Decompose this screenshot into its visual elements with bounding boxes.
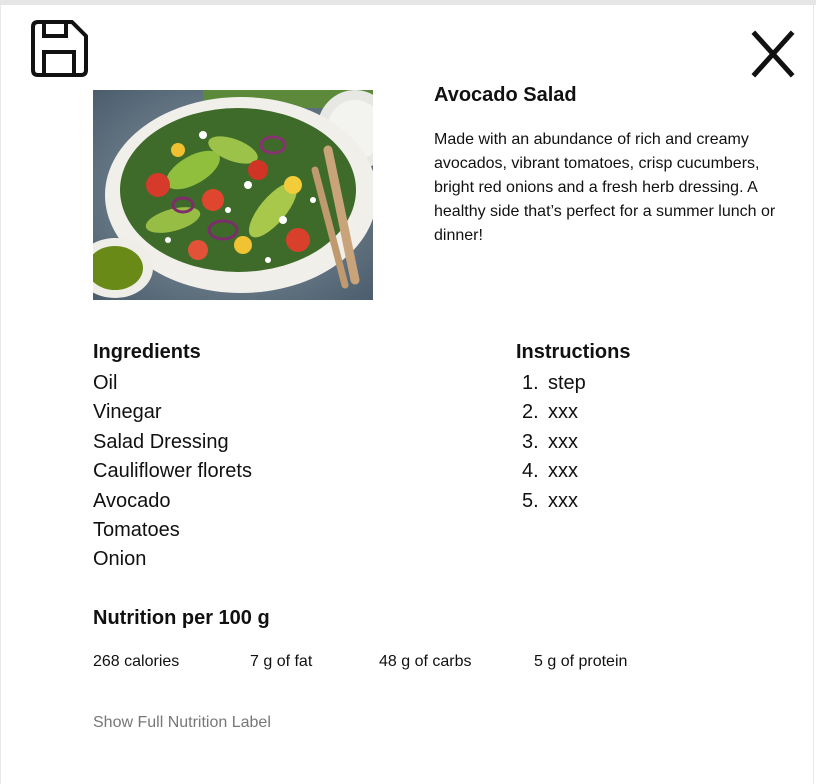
step-number: 4. bbox=[522, 460, 539, 483]
instruction-step: 3. xxx bbox=[522, 428, 586, 457]
instructions-heading: Instructions bbox=[516, 341, 631, 363]
ingredient-item: Onion bbox=[93, 548, 147, 571]
close-button[interactable] bbox=[750, 30, 796, 78]
ingredients-heading: Ingredients bbox=[93, 341, 201, 363]
instruction-step: 5. xxx bbox=[522, 487, 586, 516]
close-x-icon bbox=[751, 30, 795, 78]
nutrition-protein: 5 g of protein bbox=[534, 653, 628, 670]
ingredient-item: Salad Dressing bbox=[93, 430, 229, 453]
instruction-step: 4. xxx bbox=[522, 457, 586, 486]
step-number: 5. bbox=[522, 489, 539, 512]
nutrition-calories: 268 calories bbox=[93, 653, 180, 670]
instruction-step: 1. step bbox=[522, 369, 586, 398]
ingredient-item: Vinegar bbox=[93, 401, 162, 424]
ingredients-list: Oil Vinegar Salad Dressing Cauliflower f… bbox=[93, 369, 252, 575]
instruction-step: 2. xxx bbox=[522, 398, 586, 427]
step-number: 2. bbox=[522, 401, 539, 424]
step-number: 1. bbox=[522, 372, 539, 394]
ingredient-item: Avocado bbox=[93, 489, 171, 512]
step-number: 3. bbox=[522, 430, 539, 453]
step-text: xxx bbox=[548, 489, 578, 512]
recipe-photo bbox=[93, 90, 373, 300]
ingredient-item: Oil bbox=[93, 372, 118, 394]
nutrition-heading: Nutrition per 100 g bbox=[93, 607, 270, 629]
instructions-list: 1. step 2. xxx 3. xxx 4. xxx 5. xxx bbox=[522, 369, 586, 516]
step-text: step bbox=[548, 372, 586, 394]
recipe-description: Made with an abundance of rich and cream… bbox=[434, 131, 776, 244]
ingredient-item: Cauliflower florets bbox=[93, 460, 252, 483]
step-text: xxx bbox=[548, 430, 578, 453]
ingredient-item: Tomatoes bbox=[93, 519, 180, 542]
step-text: xxx bbox=[548, 460, 578, 483]
nutrition-carbs: 48 g of carbs bbox=[379, 653, 472, 670]
step-text: xxx bbox=[548, 401, 578, 424]
nutrition-fat: 7 g of fat bbox=[250, 653, 313, 670]
show-full-nutrition-label-link[interactable]: Show Full Nutrition Label bbox=[93, 714, 271, 732]
recipe-title: Avocado Salad bbox=[434, 84, 577, 106]
save-button[interactable] bbox=[30, 19, 90, 79]
floppy-disk-icon bbox=[31, 20, 88, 77]
